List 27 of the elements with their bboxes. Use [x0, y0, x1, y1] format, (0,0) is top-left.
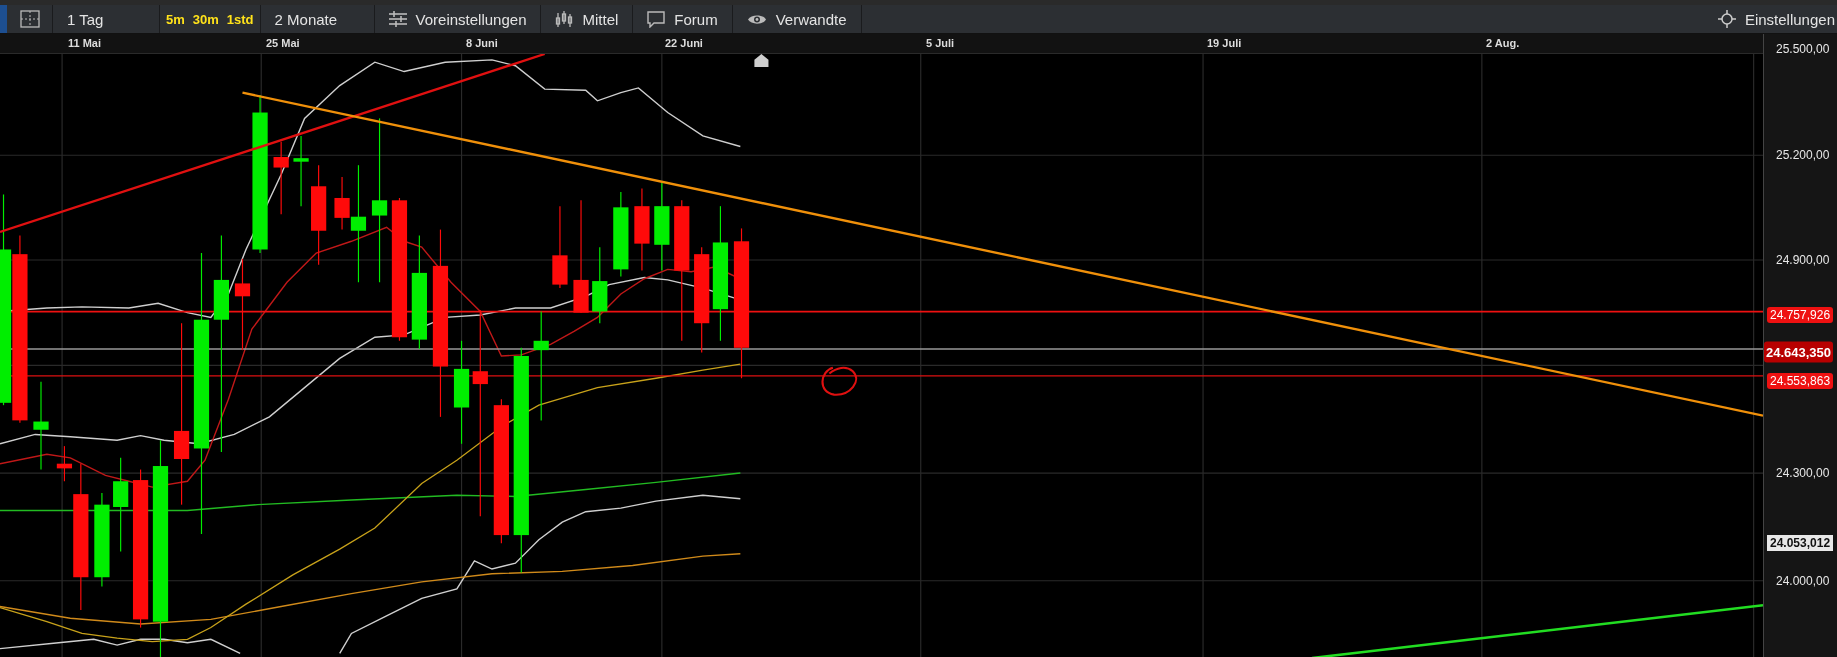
- price-tick: 24.000,00: [1776, 574, 1830, 588]
- interval-button[interactable]: 30m: [188, 5, 223, 33]
- toolbar-accent: [0, 5, 7, 33]
- candlestick-icon: [555, 10, 574, 28]
- price-tick: 25.500,00: [1776, 42, 1830, 56]
- current-price-label: 24.643,350: [1764, 341, 1834, 363]
- date-label: 19 Juli: [1207, 37, 1242, 49]
- interval-button[interactable]: 5m: [162, 5, 189, 33]
- price-line-label: 24.757,926: [1767, 307, 1834, 323]
- interval-button[interactable]: 1std: [222, 5, 258, 33]
- sliders-icon: [388, 11, 407, 27]
- settings-icon: [1717, 10, 1736, 28]
- price-marker-label: 24.053,012: [1767, 535, 1834, 551]
- date-label: 22 Juni: [665, 37, 703, 49]
- price-line-label: 24.553,863: [1767, 373, 1834, 389]
- layout-icon: [19, 10, 40, 28]
- price-tick: 24.900,00: [1776, 253, 1830, 267]
- price-tick: 24.300,00: [1776, 466, 1830, 480]
- candlestick: [293, 135, 309, 207]
- date-label: 8 Juni: [466, 37, 498, 49]
- date-label: 11 Mai: [68, 37, 102, 49]
- price-tick: 25.200,00: [1776, 148, 1830, 162]
- date-label: 25 Mai: [266, 37, 300, 49]
- chat-bubble-icon: [647, 10, 666, 28]
- eye-icon: [746, 12, 767, 26]
- date-label: 2 Aug.: [1486, 37, 1520, 49]
- date-label: 5 Juli: [926, 37, 955, 49]
